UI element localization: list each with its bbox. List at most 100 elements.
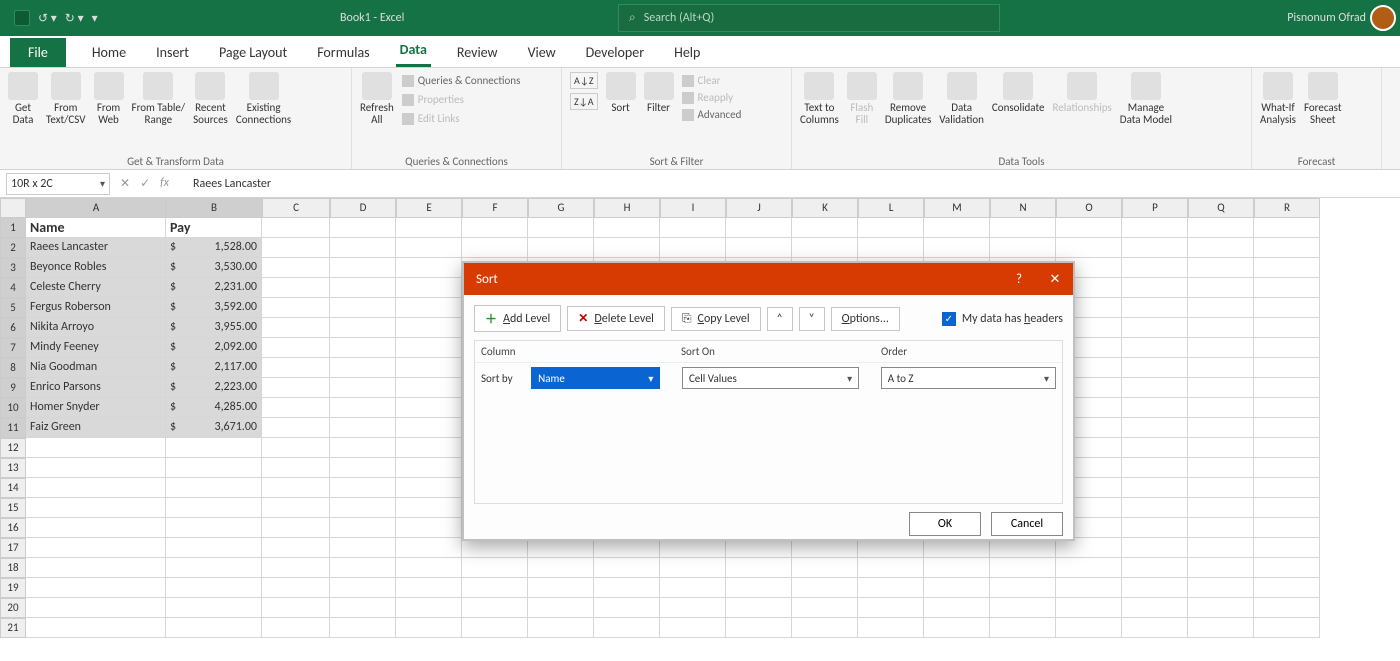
cell[interactable] bbox=[1254, 318, 1320, 338]
user-name[interactable]: Pisnonum Ofrad bbox=[1287, 11, 1366, 25]
cell[interactable] bbox=[858, 218, 924, 238]
cell[interactable] bbox=[1188, 298, 1254, 318]
row-header[interactable]: 21 bbox=[0, 618, 26, 638]
cell[interactable] bbox=[166, 598, 262, 618]
cell[interactable] bbox=[1254, 358, 1320, 378]
move-down-button[interactable]: ˅ bbox=[799, 307, 825, 331]
cell[interactable] bbox=[396, 258, 462, 278]
move-up-button[interactable]: ˄ bbox=[767, 307, 793, 331]
from-table--button[interactable]: From Table/ Range bbox=[132, 72, 186, 126]
cell[interactable] bbox=[262, 518, 330, 538]
cell[interactable] bbox=[792, 598, 858, 618]
options-button[interactable]: Options... bbox=[831, 307, 900, 331]
row-header[interactable]: 15 bbox=[0, 498, 26, 518]
cell[interactable] bbox=[726, 218, 792, 238]
cell[interactable] bbox=[396, 518, 462, 538]
cell[interactable] bbox=[1122, 478, 1188, 498]
cell[interactable] bbox=[1188, 318, 1254, 338]
cell[interactable] bbox=[396, 338, 462, 358]
cell[interactable] bbox=[594, 598, 660, 618]
cell[interactable] bbox=[924, 558, 990, 578]
chevron-down-icon[interactable] bbox=[100, 177, 105, 191]
cell[interactable] bbox=[330, 258, 396, 278]
cell[interactable] bbox=[166, 578, 262, 598]
cell[interactable] bbox=[26, 438, 166, 458]
row-header[interactable]: 3 bbox=[0, 258, 26, 278]
cell[interactable]: $3,592.00 bbox=[166, 298, 262, 318]
advanced-button[interactable]: Advanced bbox=[682, 108, 742, 121]
cell[interactable] bbox=[1254, 278, 1320, 298]
cell[interactable] bbox=[330, 438, 396, 458]
cancel-button[interactable]: Cancel bbox=[991, 512, 1063, 536]
sort-on-dropdown[interactable]: Cell Values bbox=[682, 367, 859, 389]
cell[interactable] bbox=[262, 478, 330, 498]
forecast-button[interactable]: Forecast Sheet bbox=[1304, 72, 1342, 126]
cell[interactable]: Nikita Arroyo bbox=[26, 318, 166, 338]
cell[interactable] bbox=[262, 398, 330, 418]
cell[interactable] bbox=[660, 618, 726, 638]
col-header-B[interactable]: B bbox=[166, 198, 262, 218]
cell[interactable] bbox=[858, 558, 924, 578]
col-header-R[interactable]: R bbox=[1254, 198, 1320, 218]
cell[interactable] bbox=[396, 558, 462, 578]
cell[interactable] bbox=[262, 558, 330, 578]
col-header-O[interactable]: O bbox=[1056, 198, 1122, 218]
cell[interactable] bbox=[1056, 238, 1122, 258]
cell[interactable] bbox=[1122, 298, 1188, 318]
avatar[interactable] bbox=[1370, 5, 1396, 31]
cell[interactable] bbox=[26, 458, 166, 478]
cell[interactable]: Nia Goodman bbox=[26, 358, 166, 378]
cell[interactable]: $3,671.00 bbox=[166, 418, 262, 438]
cell[interactable] bbox=[330, 238, 396, 258]
cell[interactable] bbox=[330, 578, 396, 598]
cell[interactable] bbox=[396, 538, 462, 558]
cell[interactable] bbox=[1254, 498, 1320, 518]
consolidate-button[interactable]: Consolidate bbox=[992, 72, 1045, 114]
col-header-K[interactable]: K bbox=[792, 198, 858, 218]
refresh-all-button[interactable]: Refresh All bbox=[360, 72, 394, 126]
cell[interactable] bbox=[26, 558, 166, 578]
cell[interactable] bbox=[1122, 598, 1188, 618]
cell[interactable]: Fergus Roberson bbox=[26, 298, 166, 318]
cell[interactable] bbox=[990, 558, 1056, 578]
cell[interactable] bbox=[792, 618, 858, 638]
remove-button[interactable]: Remove Duplicates bbox=[885, 72, 931, 126]
cell[interactable] bbox=[1254, 558, 1320, 578]
col-header-E[interactable]: E bbox=[396, 198, 462, 218]
cell[interactable] bbox=[1188, 538, 1254, 558]
cell[interactable] bbox=[660, 218, 726, 238]
col-header-A[interactable]: A bbox=[26, 198, 166, 218]
cell[interactable] bbox=[1254, 458, 1320, 478]
col-header-J[interactable]: J bbox=[726, 198, 792, 218]
cell[interactable] bbox=[26, 498, 166, 518]
cell[interactable] bbox=[166, 518, 262, 538]
row-header[interactable]: 18 bbox=[0, 558, 26, 578]
from-button[interactable]: From Text/CSV bbox=[46, 72, 86, 126]
cell[interactable] bbox=[396, 458, 462, 478]
select-all[interactable] bbox=[0, 198, 26, 218]
cell[interactable] bbox=[726, 578, 792, 598]
cell[interactable] bbox=[660, 558, 726, 578]
cell[interactable] bbox=[166, 438, 262, 458]
cell[interactable] bbox=[462, 618, 528, 638]
cell[interactable] bbox=[1122, 518, 1188, 538]
cell[interactable] bbox=[990, 218, 1056, 238]
cell[interactable] bbox=[1188, 218, 1254, 238]
tab-home[interactable]: Home bbox=[88, 38, 130, 67]
cell[interactable] bbox=[396, 498, 462, 518]
name-box[interactable]: 10R x 2C bbox=[6, 173, 110, 195]
cell[interactable] bbox=[924, 618, 990, 638]
cell[interactable] bbox=[262, 358, 330, 378]
cell[interactable] bbox=[792, 558, 858, 578]
cell[interactable] bbox=[396, 218, 462, 238]
cell[interactable] bbox=[1122, 278, 1188, 298]
col-header-I[interactable]: I bbox=[660, 198, 726, 218]
cell[interactable] bbox=[1188, 478, 1254, 498]
cell[interactable] bbox=[1188, 558, 1254, 578]
sort-az-icon[interactable]: A↓Z bbox=[570, 72, 598, 89]
cell[interactable] bbox=[1122, 538, 1188, 558]
cell[interactable] bbox=[726, 558, 792, 578]
cell[interactable] bbox=[858, 598, 924, 618]
cell[interactable] bbox=[26, 538, 166, 558]
cell[interactable] bbox=[1254, 258, 1320, 278]
